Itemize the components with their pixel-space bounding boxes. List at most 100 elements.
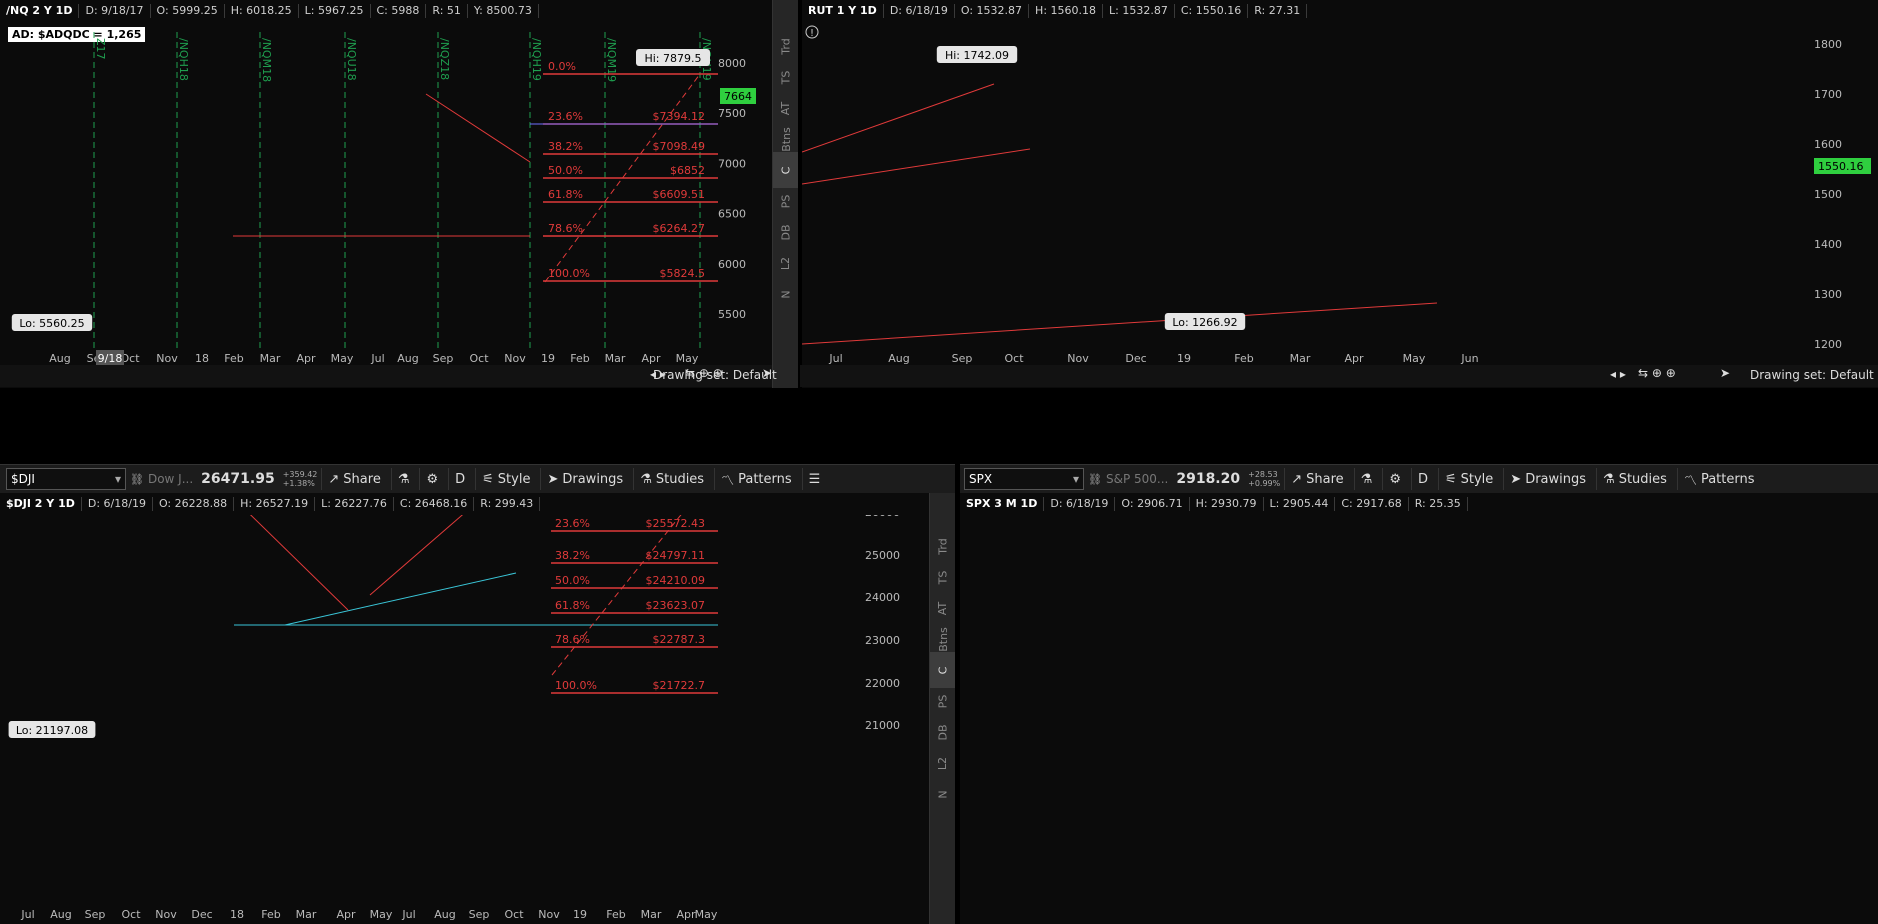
- aggregation-button-right[interactable]: D: [1410, 468, 1434, 490]
- cursor-icon: ➤: [547, 471, 559, 487]
- nq-ytick: 7500: [718, 107, 746, 120]
- nq-chart-header: /NQ 2 Y 1D D: 9/18/17 O: 5999.25 H: 6018…: [0, 0, 762, 22]
- nq-expiry-label: /NQM18: [260, 38, 273, 82]
- toolbar-right: SPX ▾ ⛓ S&P 500... 2918.20 +28.53 +0.99% ↗…: [960, 464, 1878, 494]
- dji-side-panel[interactable]: Trd TS AT Btns C PS DB L2 N: [929, 493, 955, 924]
- nq-expiry-label: /NQH18: [177, 38, 190, 81]
- nq-side-panel[interactable]: Trd TS AT Btns C PS DB L2 N: [772, 0, 798, 388]
- share-icon: ↗: [1291, 471, 1303, 487]
- spx-info-high: H: 2930.79: [1190, 497, 1264, 511]
- spx-price-chart[interactable]: [960, 515, 1878, 924]
- nq-xtick: Nov: [156, 352, 178, 365]
- studies-button-left[interactable]: ⚗ Studies: [633, 468, 710, 490]
- dji-fib-price: $24210.09: [646, 574, 706, 587]
- spx-chart-pane[interactable]: SPX 3 M 1D D: 6/18/19 O: 2906.71 H: 2930…: [960, 493, 1878, 924]
- dji-xtick: May: [370, 908, 393, 921]
- nq-price-chart[interactable]: Z17/NQH18/NQM18/NQU18/NQZ18/NQH19/NQM19/…: [0, 22, 772, 388]
- drawings-button-right[interactable]: ➤ Drawings: [1503, 468, 1592, 490]
- dji-chart-header: $DJI 2 Y 1D D: 6/18/19 O: 26228.88 H: 26…: [0, 493, 919, 515]
- dji-fib-price: $21722.7: [653, 679, 706, 692]
- rut-info-low: L: 1532.87: [1103, 4, 1175, 18]
- flask-button-left[interactable]: ⚗: [390, 468, 416, 490]
- nq-xtick: Feb: [570, 352, 589, 365]
- style-icon: ⚟: [1444, 471, 1457, 487]
- drawings-button-left[interactable]: ➤ Drawings: [540, 468, 629, 490]
- style-button-left[interactable]: ⚟ Style: [475, 468, 536, 490]
- patterns-button-left[interactable]: 〽 Patterns: [714, 468, 798, 490]
- settings-button-left[interactable]: ⚙: [419, 468, 444, 490]
- last-price-right: 2918.20: [1176, 471, 1241, 487]
- dji-xtick: 18: [230, 908, 244, 921]
- settings-button-right[interactable]: ⚙: [1382, 468, 1407, 490]
- cursor-icon: ➤: [1510, 471, 1522, 487]
- rut-scroll-bar[interactable]: ◂ ▸ ⇆ ⊕ ⊕ ➤ Drawing set: Default: [802, 365, 1878, 387]
- flask-icon: ⚗: [1360, 471, 1373, 487]
- dji-price-chart[interactable]: 270002600025000240002300022000210000.0%$…: [0, 515, 925, 924]
- dji-ytick: 22000: [865, 677, 900, 690]
- share-icon: ↗: [328, 471, 340, 487]
- rut-info-date: D: 6/18/19: [884, 4, 955, 18]
- rut-price-chart[interactable]: 1800 1700 1600 1500 1400 1300 1200 Jul Aug Sep Oct…: [802, 22, 1878, 388]
- nq-xtick: Feb: [224, 352, 243, 365]
- rut-xtick: Aug: [888, 352, 909, 365]
- sidebar-tab-n[interactable]: N: [930, 776, 955, 812]
- nq-xtick: Mar: [605, 352, 626, 365]
- dji-xtick: Sep: [85, 908, 106, 921]
- flask-button-right[interactable]: ⚗: [1353, 468, 1379, 490]
- rut-ytick: 1500: [1814, 188, 1842, 201]
- studies-button-right[interactable]: ⚗ Studies: [1596, 468, 1673, 490]
- dji-ytick: 21000: [865, 719, 900, 732]
- menu-icon: ☰: [808, 471, 821, 487]
- nq-xtick: Mar: [260, 352, 281, 365]
- rut-xtick: Sep: [952, 352, 973, 365]
- rut-cursor-icon[interactable]: ➤: [1720, 366, 1730, 380]
- rut-drawing-set[interactable]: Drawing set: Default: [1750, 368, 1874, 382]
- nq-expiry-label: /NQM19: [605, 38, 618, 82]
- nq-fib-pct: 100.0%: [548, 267, 590, 280]
- nq-info-high: H: 6018.25: [225, 4, 299, 18]
- change-left: +359.42 +1.38%: [282, 470, 318, 488]
- last-price-left: 26471.95: [201, 471, 275, 487]
- rut-ytick: 1600: [1814, 138, 1842, 151]
- dji-xtick: May: [695, 908, 718, 921]
- dji-fib-pct: 61.8%: [555, 599, 590, 612]
- nq-trend-line: [425, 93, 531, 163]
- nq-fib-pct: 23.6%: [548, 110, 583, 123]
- dji-ytick: 23000: [865, 634, 900, 647]
- menu-button-left[interactable]: ☰: [801, 468, 827, 490]
- sidebar-tab-n[interactable]: N: [773, 276, 798, 312]
- rut-zoom-icon[interactable]: ⇆ ⊕ ⊕: [1638, 366, 1676, 380]
- rut-ytick: 1400: [1814, 238, 1842, 251]
- nq-drawing-set[interactable]: Drawing set: Default: [653, 368, 777, 382]
- nq-ytick: 6500: [718, 208, 746, 221]
- toolbar-left: $DJI ▾ ⛓ Dow J... 26471.95 +359.42 +1.38% …: [0, 464, 955, 494]
- rut-scroll-icon[interactable]: ◂ ▸: [1610, 367, 1626, 381]
- nq-drawing-set-bar[interactable]: [800, 365, 802, 387]
- rut-ytick: 1800: [1814, 38, 1842, 51]
- dji-chart-pane[interactable]: $DJI 2 Y 1D D: 6/18/19 O: 26228.88 H: 26…: [0, 493, 955, 924]
- nq-xtick: Apr: [641, 352, 661, 365]
- dji-info-low: L: 26227.76: [315, 497, 394, 511]
- symbol-name-left: Dow J...: [147, 472, 194, 486]
- style-button-right[interactable]: ⚟ Style: [1437, 468, 1499, 490]
- patterns-icon: 〽: [1683, 473, 1697, 489]
- rut-info-range: R: 27.31: [1248, 4, 1308, 18]
- share-button-right[interactable]: ↗ Share: [1284, 468, 1349, 490]
- rut-info-high: H: 1560.18: [1029, 4, 1104, 18]
- dji-xtick: 19: [573, 908, 587, 921]
- nq-ytick: 8000: [718, 57, 746, 70]
- nq-ytick: 7000: [718, 157, 746, 170]
- symbol-selector-left[interactable]: $DJI ▾: [6, 468, 126, 490]
- nq-fib-price: $6609.51: [653, 188, 706, 201]
- rut-chart-pane[interactable]: RUT 1 Y 1D D: 6/18/19 O: 1532.87 H: 1560…: [802, 0, 1878, 388]
- nq-expiry-label: Z17: [94, 38, 107, 60]
- nq-xtick: Oct: [469, 352, 489, 365]
- patterns-button-right[interactable]: 〽 Patterns: [1676, 468, 1761, 490]
- change-right: +28.53 +0.99%: [1248, 470, 1281, 488]
- link-icon[interactable]: ⛓: [1088, 473, 1102, 486]
- nq-chart-pane[interactable]: /NQ 2 Y 1D D: 9/18/17 O: 5999.25 H: 6018…: [0, 0, 798, 388]
- symbol-selector-right[interactable]: SPX ▾: [964, 468, 1084, 490]
- link-icon[interactable]: ⛓: [130, 473, 144, 486]
- aggregation-button-left[interactable]: D: [448, 468, 471, 490]
- share-button-left[interactable]: ↗ Share: [321, 468, 386, 490]
